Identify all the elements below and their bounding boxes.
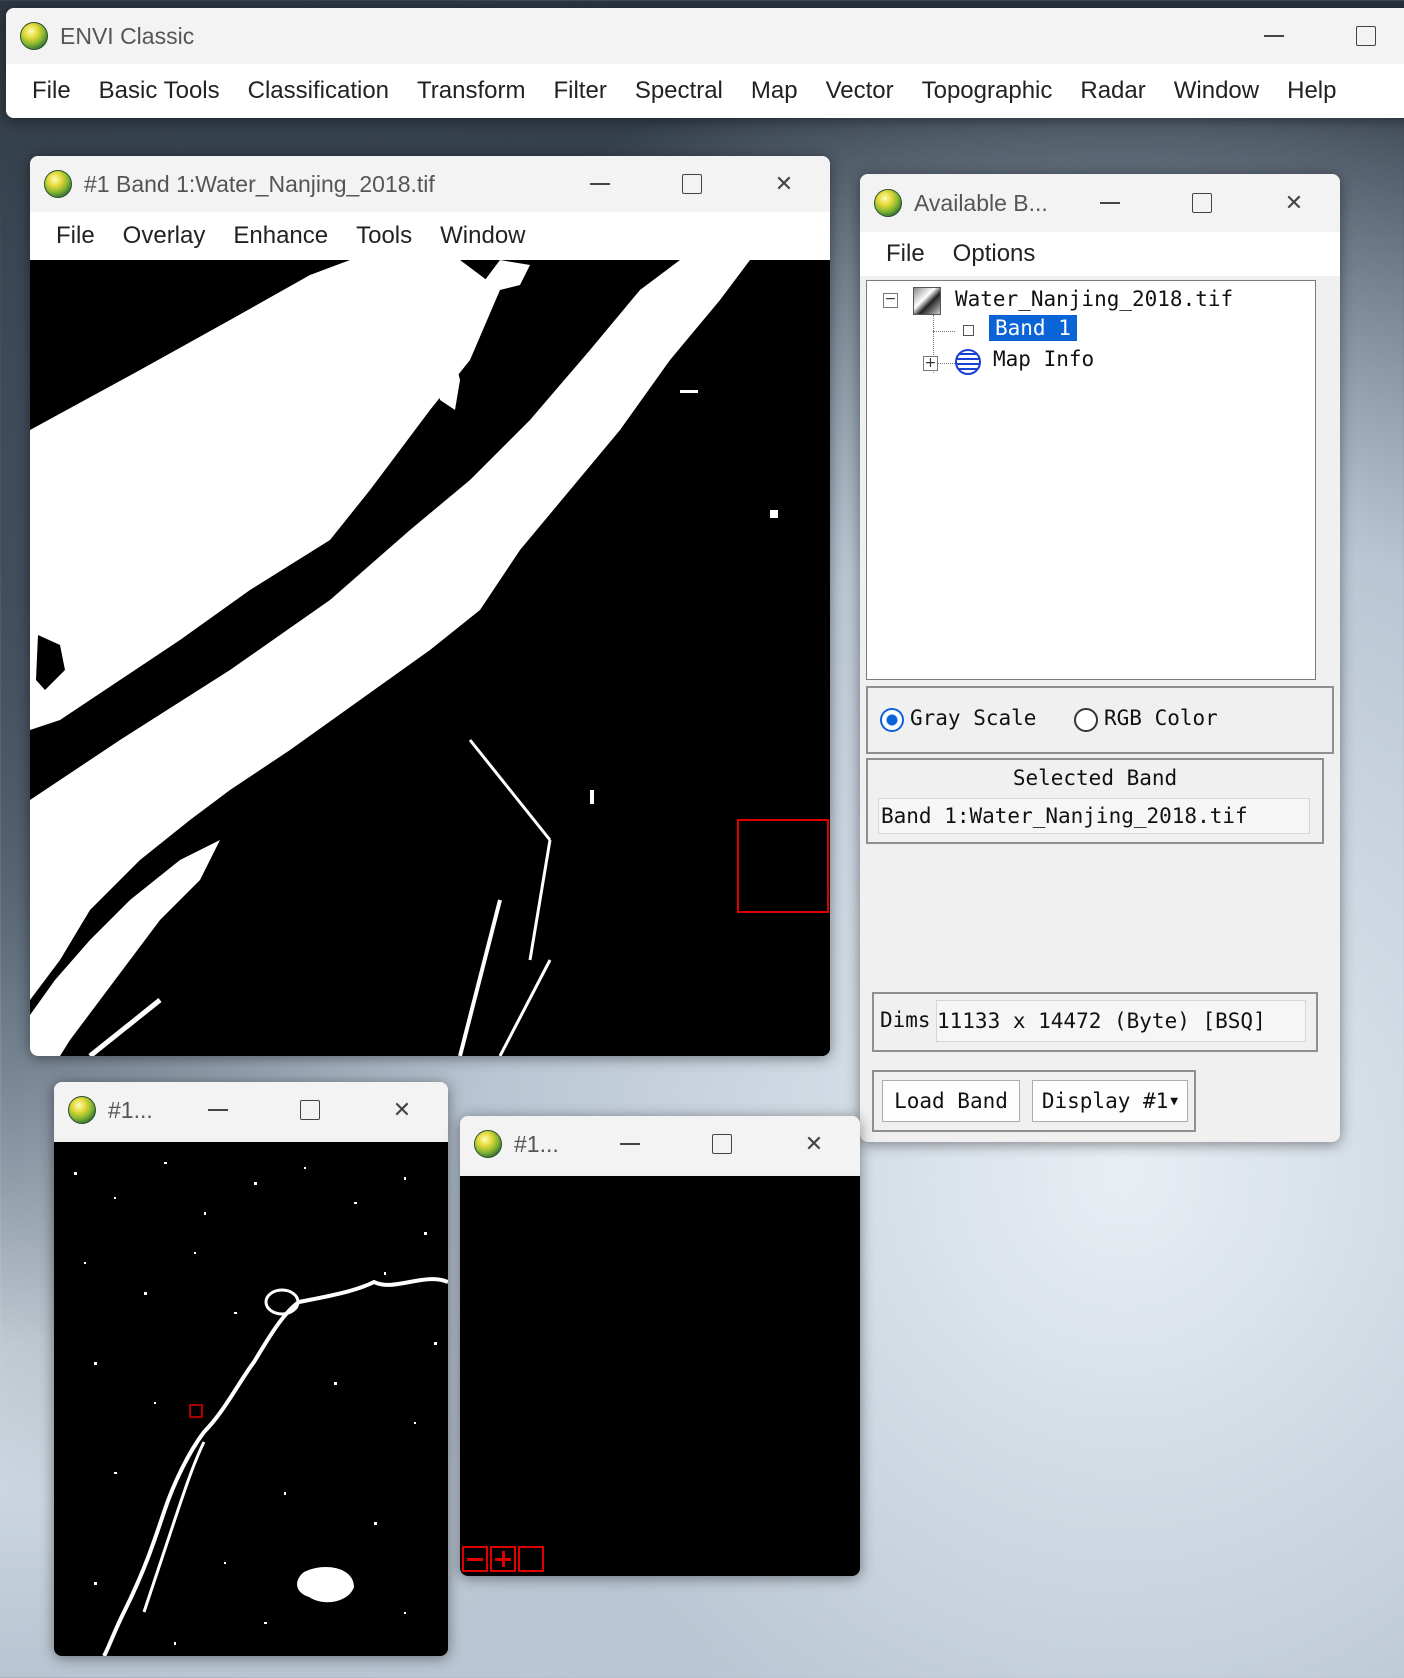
tree-file-name[interactable]: Water_Nanjing_2018.tif — [955, 287, 1233, 311]
available-bands-menubar: File Options — [860, 232, 1340, 276]
zoom-window-title: #1... — [514, 1130, 559, 1157]
zoom-canvas[interactable] — [460, 1176, 860, 1576]
available-bands-title: Available B... — [914, 189, 1048, 216]
close-icon[interactable] — [1248, 174, 1340, 232]
envi-globe-icon — [474, 1130, 502, 1158]
maximize-icon[interactable] — [1156, 174, 1248, 232]
load-band-group: Load Band Display #1 ▼ — [872, 1070, 1196, 1132]
main-titlebar[interactable]: ENVI Classic — [6, 8, 1404, 64]
zoom-window: #1... — [460, 1116, 860, 1576]
available-bands-window: Available B... File Options − Water_Nanj… — [860, 174, 1340, 1142]
close-icon[interactable] — [356, 1082, 448, 1138]
image-window-menubar: File Overlay Enhance Tools Window — [30, 212, 830, 260]
selected-band-group: Selected Band Band 1:Water_Nanjing_2018.… — [866, 758, 1324, 844]
image-menu-window[interactable]: Window — [426, 222, 539, 250]
tree-map-info[interactable]: Map Info — [993, 347, 1094, 371]
menu-classification[interactable]: Classification — [234, 77, 403, 105]
menu-topographic[interactable]: Topographic — [908, 77, 1067, 105]
globe-grid-icon — [955, 349, 981, 375]
image-file-icon — [913, 287, 941, 315]
tree-band-1[interactable]: Band 1 — [989, 315, 1077, 341]
rgb-color-label[interactable]: RGB Color — [1104, 706, 1218, 730]
menu-basic-tools[interactable]: Basic Tools — [85, 77, 234, 105]
gray-scale-label[interactable]: Gray Scale — [910, 706, 1036, 730]
close-icon[interactable] — [768, 1116, 860, 1172]
dims-label: Dims — [880, 1008, 931, 1032]
mode-radio-group: Gray Scale RGB Color — [866, 686, 1334, 754]
minimize-icon[interactable] — [554, 156, 646, 212]
maximize-icon[interactable] — [1320, 8, 1404, 64]
image-window-titlebar[interactable]: #1 Band 1:Water_Nanjing_2018.tif — [30, 156, 830, 212]
maximize-icon[interactable] — [264, 1082, 356, 1138]
selected-band-value: Band 1:Water_Nanjing_2018.tif — [878, 798, 1310, 834]
water-mask-image — [30, 260, 830, 1056]
envi-globe-icon — [44, 170, 72, 198]
main-window-title: ENVI Classic — [60, 22, 195, 49]
menu-transform[interactable]: Transform — [403, 77, 539, 105]
envi-globe-icon — [20, 22, 48, 50]
envi-globe-icon — [68, 1096, 96, 1124]
zoom-window-titlebar[interactable]: #1... — [460, 1116, 860, 1172]
envi-globe-icon — [874, 189, 902, 217]
menu-help[interactable]: Help — [1273, 77, 1350, 105]
minimize-icon[interactable] — [172, 1082, 264, 1138]
display-select[interactable]: Display #1 ▼ — [1032, 1080, 1188, 1122]
image-window: #1 Band 1:Water_Nanjing_2018.tif File Ov… — [30, 156, 830, 1056]
maximize-icon[interactable] — [676, 1116, 768, 1172]
menu-filter[interactable]: Filter — [539, 77, 620, 105]
available-bands-titlebar[interactable]: Available B... — [860, 174, 1340, 232]
minimize-icon[interactable] — [1228, 8, 1320, 64]
dims-value: 11133 x 14472 (Byte) [BSQ] — [936, 1000, 1306, 1042]
bands-menu-options[interactable]: Options — [939, 240, 1050, 268]
envi-main-window: ENVI Classic File Basic Tools Classifica… — [6, 8, 1404, 118]
overview-image — [54, 1142, 448, 1656]
load-band-button[interactable]: Load Band — [882, 1080, 1020, 1122]
scroll-window: #1... — [54, 1082, 448, 1656]
gray-scale-radio[interactable] — [880, 708, 904, 732]
menu-map[interactable]: Map — [737, 77, 812, 105]
image-menu-file[interactable]: File — [42, 222, 109, 250]
scroll-canvas[interactable] — [54, 1142, 448, 1656]
image-canvas[interactable] — [30, 260, 830, 1056]
zoom-fit-icon[interactable] — [518, 1546, 544, 1572]
main-menubar: File Basic Tools Classification Transfor… — [6, 64, 1404, 118]
menu-window[interactable]: Window — [1160, 77, 1273, 105]
maximize-icon[interactable] — [646, 156, 738, 212]
rgb-color-radio[interactable] — [1074, 708, 1098, 732]
zoom-out-icon[interactable] — [462, 1546, 488, 1572]
scroll-window-title: #1... — [108, 1096, 153, 1123]
display-select-value: Display #1 — [1041, 1089, 1169, 1113]
band-leaf-icon — [963, 325, 974, 336]
menu-file[interactable]: File — [18, 77, 85, 105]
scroll-window-titlebar[interactable]: #1... — [54, 1082, 448, 1138]
tree-expand-icon[interactable]: + — [923, 356, 938, 371]
menu-vector[interactable]: Vector — [812, 77, 908, 105]
band-tree: − Water_Nanjing_2018.tif Band 1 + Map In… — [866, 280, 1316, 680]
dims-group: Dims 11133 x 14472 (Byte) [BSQ] — [872, 992, 1318, 1052]
image-window-title: #1 Band 1:Water_Nanjing_2018.tif — [84, 170, 435, 197]
image-menu-tools[interactable]: Tools — [342, 222, 426, 250]
bands-menu-file[interactable]: File — [872, 240, 939, 268]
menu-radar[interactable]: Radar — [1066, 77, 1159, 105]
close-icon[interactable] — [738, 156, 830, 212]
image-menu-enhance[interactable]: Enhance — [219, 222, 342, 250]
dropdown-arrow-icon: ▼ — [1170, 1093, 1179, 1109]
minimize-icon[interactable] — [1064, 174, 1156, 232]
image-menu-overlay[interactable]: Overlay — [109, 222, 220, 250]
selected-band-label: Selected Band — [1012, 766, 1178, 790]
zoom-in-icon[interactable] — [490, 1546, 516, 1572]
menu-spectral[interactable]: Spectral — [621, 77, 737, 105]
minimize-icon[interactable] — [584, 1116, 676, 1172]
tree-collapse-icon[interactable]: − — [883, 292, 898, 308]
